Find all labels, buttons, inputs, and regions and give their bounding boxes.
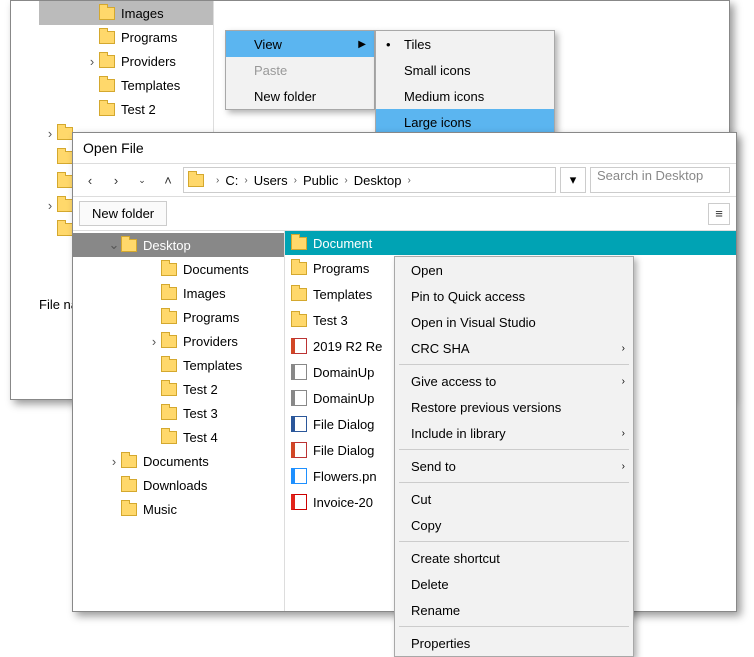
img-icon bbox=[291, 468, 307, 484]
doc-icon bbox=[291, 338, 307, 354]
search-input[interactable]: Search in Desktop bbox=[590, 167, 730, 193]
tree-item[interactable]: ›Providers bbox=[39, 49, 213, 73]
folder-context-menu[interactable]: OpenPin to Quick accessOpen in Visual St… bbox=[394, 256, 634, 657]
nav-history-button[interactable]: ⌄ bbox=[131, 169, 153, 191]
menu-item[interactable]: Include in library› bbox=[395, 420, 633, 446]
menu-item[interactable]: Create shortcut bbox=[395, 545, 633, 571]
tree-item[interactable]: Test 2 bbox=[39, 97, 213, 121]
tree-item[interactable]: Programs bbox=[73, 305, 284, 329]
column-header[interactable]: Document bbox=[285, 231, 736, 255]
tree-item[interactable]: ›Providers bbox=[73, 329, 284, 353]
menu-item[interactable]: Delete bbox=[395, 571, 633, 597]
nav-tree[interactable]: ⌄DesktopDocumentsImagesPrograms›Provider… bbox=[73, 231, 285, 611]
menu-item[interactable]: Medium icons bbox=[376, 83, 554, 109]
breadcrumb-item[interactable]: Public bbox=[303, 173, 338, 188]
tree-item[interactable]: Documents bbox=[73, 257, 284, 281]
menu-item[interactable]: Cut bbox=[395, 486, 633, 512]
rtf-icon bbox=[291, 364, 307, 380]
menu-item[interactable]: New folder bbox=[226, 83, 374, 109]
context-submenu-view[interactable]: •TilesSmall iconsMedium iconsLarge icons bbox=[375, 30, 555, 136]
toolbar: New folder ≡ bbox=[73, 197, 736, 231]
tree-item[interactable]: Images bbox=[39, 1, 213, 25]
menu-item[interactable]: Pin to Quick access bbox=[395, 283, 633, 309]
nav-forward-button[interactable]: › bbox=[105, 169, 127, 191]
menu-item[interactable]: Send to› bbox=[395, 453, 633, 479]
tree-item[interactable]: Programs bbox=[39, 25, 213, 49]
folder-icon bbox=[291, 314, 307, 327]
pdf-icon bbox=[291, 494, 307, 510]
folder-icon bbox=[291, 262, 307, 275]
breadcrumb[interactable]: ›C:›Users›Public›Desktop› bbox=[183, 167, 556, 193]
doc-icon bbox=[291, 442, 307, 458]
menu-item[interactable]: Restore previous versions bbox=[395, 394, 633, 420]
tree-item[interactable]: Downloads bbox=[73, 473, 284, 497]
tree-item[interactable]: Test 4 bbox=[73, 425, 284, 449]
dialog-title: Open File bbox=[73, 133, 736, 163]
folder-icon bbox=[188, 174, 204, 187]
breadcrumb-dropdown[interactable]: ▾ bbox=[560, 167, 586, 193]
nav-back-button[interactable]: ‹ bbox=[79, 169, 101, 191]
tree-item[interactable]: Templates bbox=[73, 353, 284, 377]
new-folder-button[interactable]: New folder bbox=[79, 201, 167, 226]
menu-item[interactable]: Paste bbox=[226, 57, 374, 83]
context-menu-view[interactable]: View▶PasteNew folder bbox=[225, 30, 375, 110]
address-bar: ‹ › ⌄ ˄ ›C:›Users›Public›Desktop› ▾ Sear… bbox=[73, 163, 736, 197]
menu-item[interactable]: View▶ bbox=[226, 31, 374, 57]
tree-item[interactable]: Templates bbox=[39, 73, 213, 97]
menu-item[interactable]: Properties bbox=[395, 630, 633, 656]
word-icon bbox=[291, 416, 307, 432]
menu-item[interactable]: Rename bbox=[395, 597, 633, 623]
menu-item[interactable]: Open in Visual Studio bbox=[395, 309, 633, 335]
view-options-button[interactable]: ≡ bbox=[708, 203, 730, 225]
breadcrumb-item[interactable]: C: bbox=[225, 173, 238, 188]
folder-icon bbox=[291, 288, 307, 301]
breadcrumb-item[interactable]: Desktop bbox=[354, 173, 402, 188]
rtf-icon bbox=[291, 390, 307, 406]
folder-icon bbox=[291, 237, 307, 250]
column-header-label: Document bbox=[313, 236, 372, 251]
nav-up-button[interactable]: ˄ bbox=[157, 169, 179, 191]
menu-item[interactable]: •Tiles bbox=[376, 31, 554, 57]
menu-item[interactable]: Small icons bbox=[376, 57, 554, 83]
breadcrumb-item[interactable]: Users bbox=[254, 173, 288, 188]
tree-item[interactable]: Music bbox=[73, 497, 284, 521]
tree-item[interactable]: Images bbox=[73, 281, 284, 305]
menu-item[interactable]: CRC SHA› bbox=[395, 335, 633, 361]
menu-item[interactable]: Copy bbox=[395, 512, 633, 538]
menu-item[interactable]: Open bbox=[395, 257, 633, 283]
menu-item[interactable]: Give access to› bbox=[395, 368, 633, 394]
tree-item[interactable]: ›Documents bbox=[73, 449, 284, 473]
tree-item[interactable]: Test 2 bbox=[73, 377, 284, 401]
tree-item[interactable]: ⌄Desktop bbox=[73, 233, 284, 257]
tree-item[interactable]: Test 3 bbox=[73, 401, 284, 425]
